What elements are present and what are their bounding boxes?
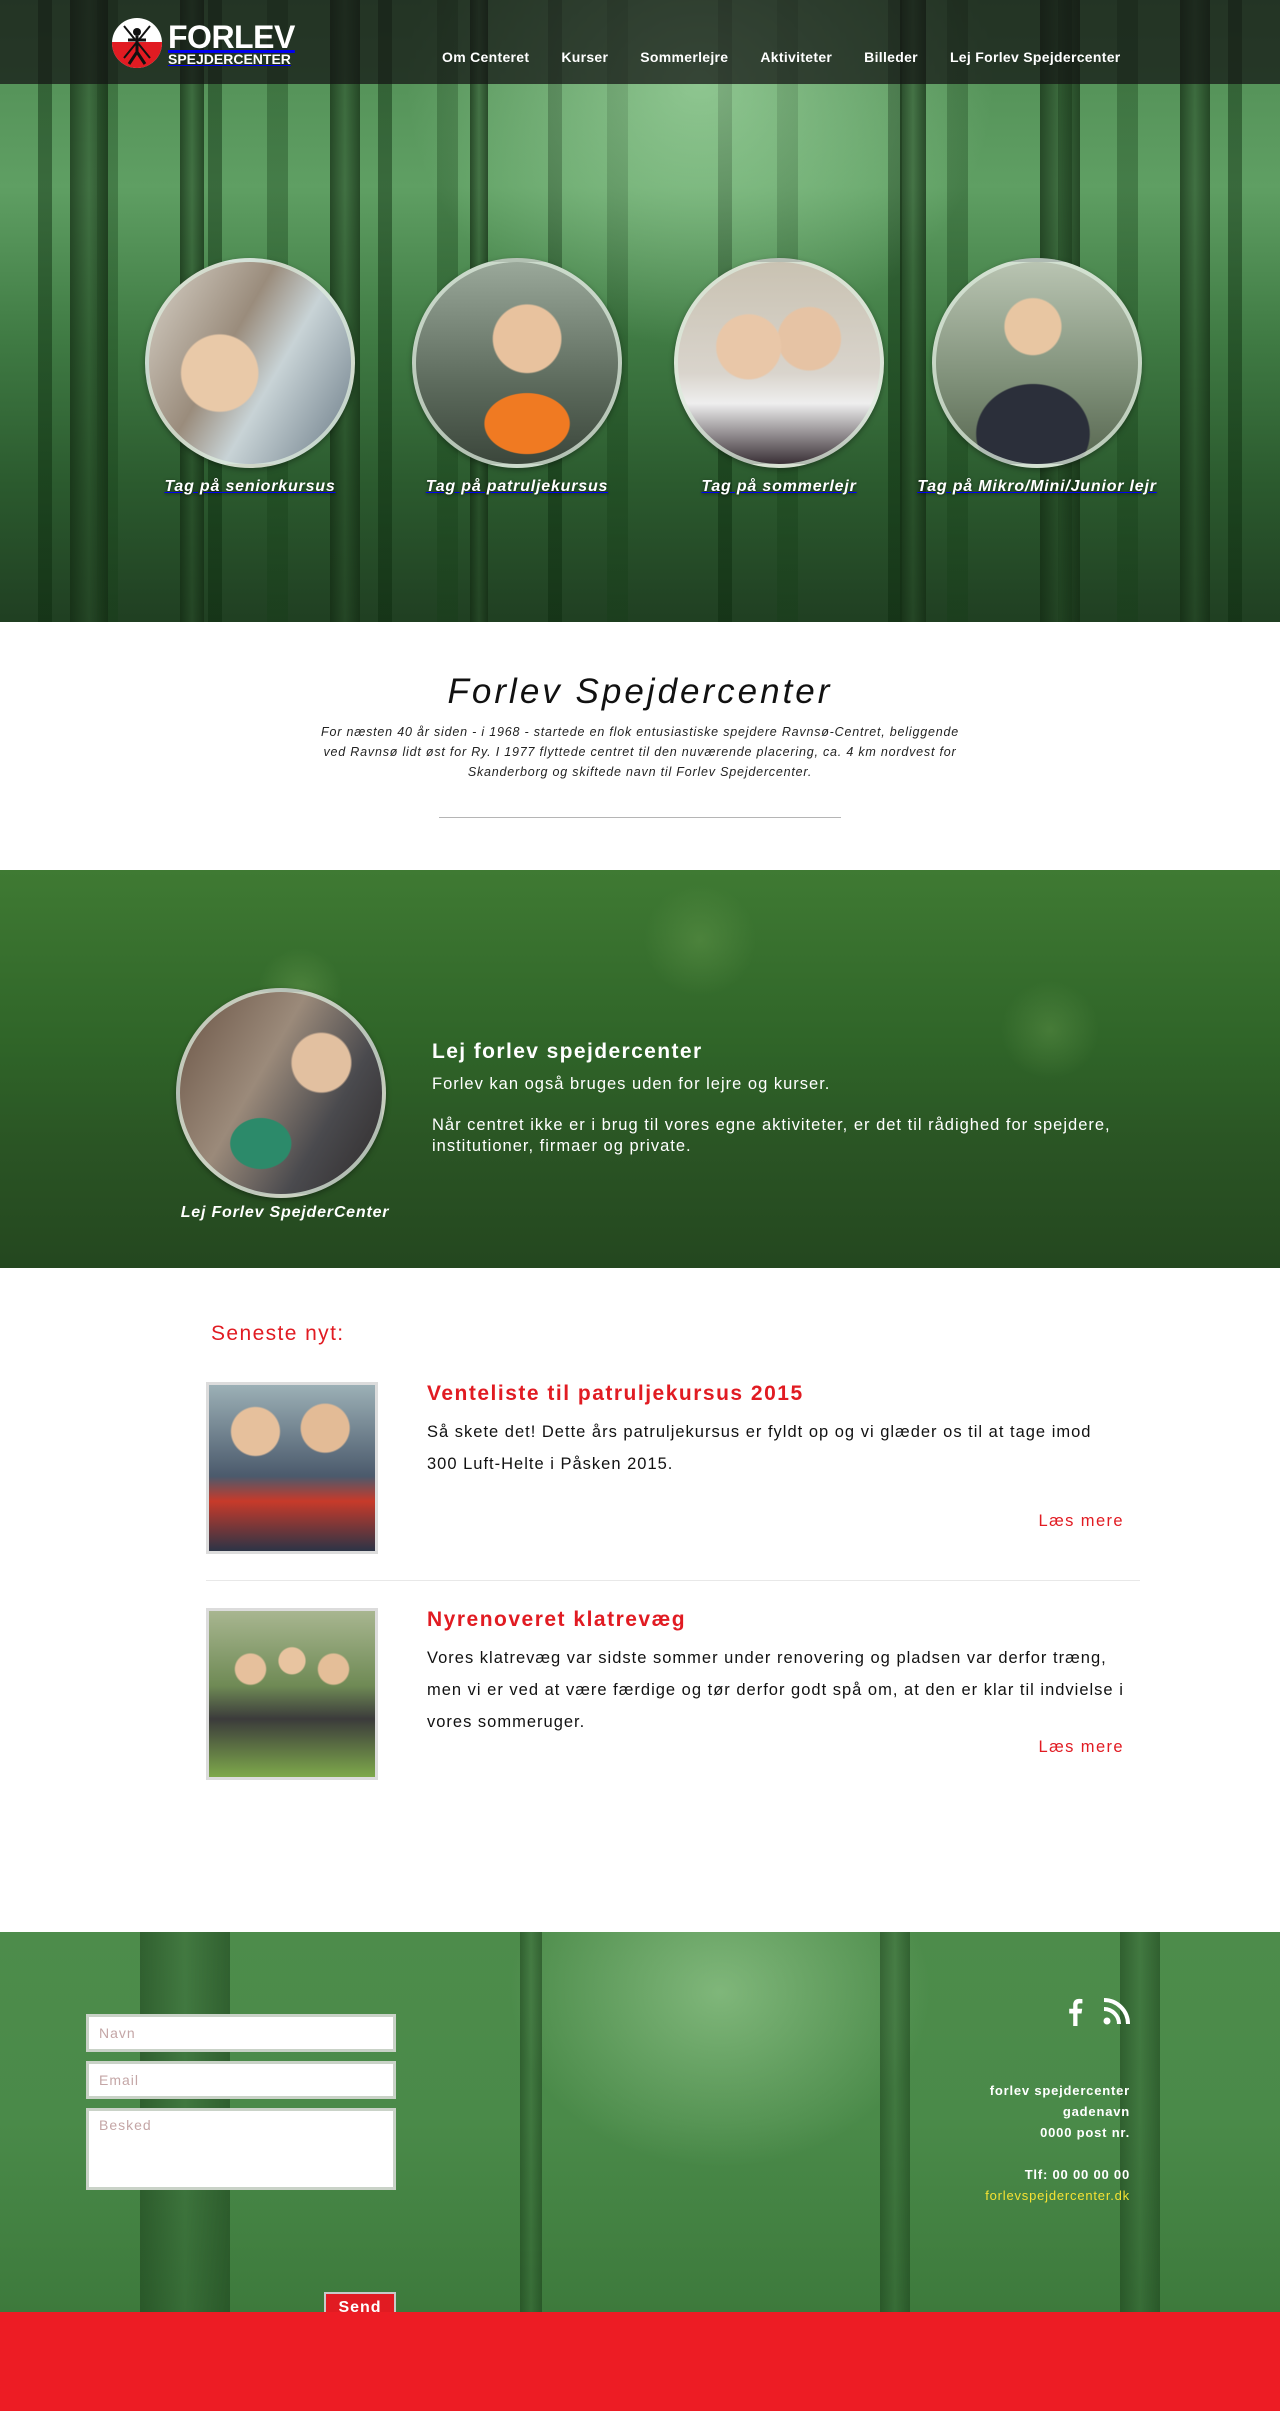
rent-line-2: Når centret ikke er i brug til vores egn…: [432, 1116, 1111, 1155]
circle-photo-seniorkursus: [145, 258, 355, 468]
tree-trunk: [1180, 0, 1210, 622]
intro-section: Forlev Spejdercenter For næsten 40 år si…: [0, 622, 1280, 870]
scout-logo-icon: [112, 18, 162, 68]
rent-section: Lej Forlev SpejderCenter Lej forlev spej…: [0, 870, 1280, 1268]
tree-trunk: [70, 0, 108, 622]
news-item: Nyrenoveret klatrevæg Vores klatrevæg va…: [206, 1608, 1140, 1788]
contact-postal: 0000 post nr.: [1040, 2125, 1130, 2140]
circle-photo-sommerlejr: [674, 258, 884, 468]
news-section: Seneste nyt: Venteliste til patruljekurs…: [0, 1268, 1280, 1932]
logo-title: FORLEV: [168, 18, 295, 55]
circle-caption: Tag på Mikro/Mini/Junior lejr: [917, 478, 1157, 495]
contact-info: forlev spejdercenter gadenavn 0000 post …: [985, 2080, 1130, 2206]
read-more-link[interactable]: Læs mere: [1039, 1738, 1124, 1757]
circle-photo-patruljekursus: [412, 258, 622, 468]
contact-org: forlev spejdercenter: [989, 2083, 1130, 2098]
news-body: Vores klatrevæg var sidste sommer under …: [427, 1649, 1124, 1731]
message-field[interactable]: [86, 2108, 396, 2190]
hero-section: FORLEV SPEJDERCENTER Om Centeret Kurser …: [0, 0, 1280, 622]
circle-caption: Tag på patruljekursus: [425, 478, 609, 495]
circle-caption: Tag på seniorkursus: [164, 478, 336, 495]
read-more-link[interactable]: Læs mere: [1039, 1512, 1124, 1531]
rent-title: Lej forlev spejdercenter: [432, 1040, 703, 1063]
nav-item-om-centeret[interactable]: Om Centeret: [442, 49, 529, 65]
circle-caption: Tag på sommerlejr: [701, 478, 857, 495]
social-links: [1066, 1998, 1130, 2031]
rent-circle-link[interactable]: [176, 988, 386, 1198]
circle-link-mikro-mini-junior[interactable]: Tag på Mikro/Mini/Junior lejr: [907, 258, 1167, 496]
contact-email-link[interactable]: forlevspejdercenter.dk: [985, 2185, 1130, 2206]
news-divider: [206, 1580, 1140, 1581]
circle-photo-mikro-mini-junior: [932, 258, 1142, 468]
nav-item-aktiviteter[interactable]: Aktiviteter: [760, 49, 832, 65]
logo-subtitle: SPEJDERCENTER: [168, 50, 291, 67]
tree-trunk: [520, 1932, 542, 2312]
nav-item-kurser[interactable]: Kurser: [561, 49, 608, 65]
facebook-icon[interactable]: [1066, 1998, 1084, 2031]
intro-divider: [439, 817, 841, 818]
circle-link-sommerlejr[interactable]: Tag på sommerlejr: [649, 258, 909, 496]
news-thumbnail: [206, 1382, 378, 1554]
tree-trunk: [880, 1932, 910, 2312]
circle-link-seniorkursus[interactable]: Tag på seniorkursus: [120, 258, 380, 496]
site-logo[interactable]: FORLEV SPEJDERCENTER: [112, 18, 295, 68]
nav-item-sommerlejre[interactable]: Sommerlejre: [640, 49, 728, 65]
intro-title: Forlev Spejdercenter: [447, 672, 833, 711]
email-field[interactable]: [86, 2061, 396, 2099]
name-field[interactable]: [86, 2014, 396, 2052]
send-button[interactable]: Send: [324, 2292, 396, 2312]
news-heading: Seneste nyt:: [211, 1322, 345, 1345]
news-body: Så skete det! Dette års patruljekursus e…: [427, 1423, 1092, 1473]
nav-item-lej-forlev[interactable]: Lej Forlev Spejdercenter: [950, 49, 1121, 65]
main-nav: Om Centeret Kurser Sommerlejre Aktivitet…: [442, 49, 1121, 65]
circle-link-patruljekursus[interactable]: Tag på patruljekursus: [387, 258, 647, 496]
news-item: Venteliste til patruljekursus 2015 Så sk…: [206, 1382, 1140, 1562]
news-title[interactable]: Nyrenoveret klatrevæg: [427, 1608, 686, 1632]
intro-text: For næsten 40 år siden - i 1968 - starte…: [321, 725, 959, 779]
footer-section: Send forlev spejdercenter gadenavn 0000 …: [0, 1932, 1280, 2312]
rent-circle-photo: [176, 988, 386, 1198]
top-navigation-bar: FORLEV SPEJDERCENTER Om Centeret Kurser …: [0, 0, 1280, 84]
contact-phone: Tlf: 00 00 00 00: [1024, 2167, 1130, 2182]
contact-form: Send: [86, 2014, 396, 2312]
news-title[interactable]: Venteliste til patruljekursus 2015: [427, 1382, 804, 1406]
rent-line-1: Forlev kan også bruges uden for lejre og…: [432, 1075, 831, 1093]
contact-street: gadenavn: [1062, 2104, 1130, 2119]
rss-icon[interactable]: [1102, 1998, 1130, 2031]
rent-circle-caption: Lej Forlev SpejderCenter: [180, 1204, 390, 1221]
nav-item-billeder[interactable]: Billeder: [864, 49, 918, 65]
rent-text-block: Lej forlev spejdercenter Forlev kan også…: [432, 1040, 1132, 1157]
bottom-red-bar: [0, 2312, 1280, 2411]
news-thumbnail: [206, 1608, 378, 1780]
